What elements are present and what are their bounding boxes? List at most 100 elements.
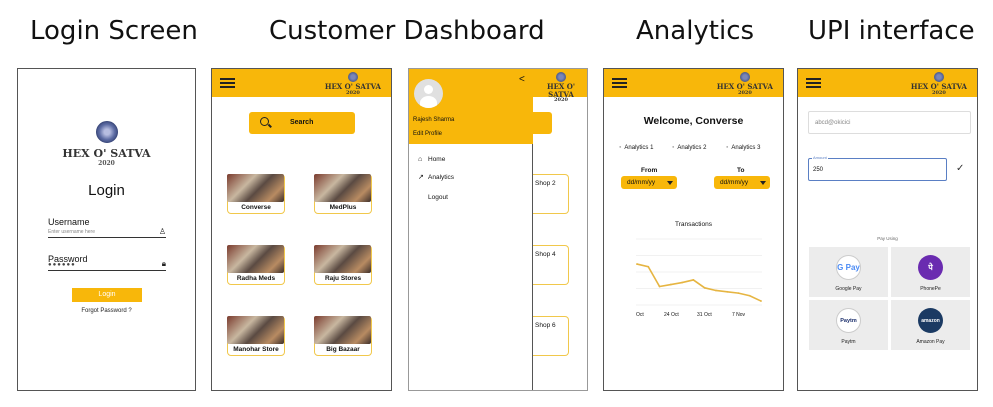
shop-photo [314,316,371,344]
analytics-screen: HEX O' SATVA2020 Welcome, Converse Analy… [603,68,784,391]
series-line [636,263,762,302]
brand-logo: HEX O' SATVA 2020 [911,72,967,96]
data-point [692,279,695,281]
brand-logo: HEX O' SATVA 2020 [533,72,587,104]
home-icon: ⌂ [418,156,423,163]
analytics-tab-2[interactable]: Analytics 2 [672,144,706,151]
pay-option-google-pay[interactable]: G Pay Google Pay [809,247,888,297]
from-date-select[interactable]: dd/mm/yy [621,176,677,189]
data-point [715,289,717,292]
search-button[interactable]: Search [249,112,355,134]
google-pay-icon: G Pay [836,255,861,280]
heading-login: Login Screen [30,16,198,46]
brand-logo: HEX O' SATVA 2020 [18,121,195,167]
shop-card[interactable]: Manohar Store [227,316,285,356]
mandala-icon [556,72,566,82]
forgot-password-link[interactable]: Forgot Password ? [18,308,195,314]
from-label: From [641,167,658,174]
menu-icon[interactable] [220,78,235,88]
mandala-icon [739,72,750,82]
shop-photo [227,316,284,344]
shop-photo [314,245,371,273]
pay-option-amazon-pay[interactable]: amazon Amazon Pay [891,300,970,350]
analytics-tab-3[interactable]: Analytics 3 [726,144,760,151]
to-label: To [737,167,745,174]
shop-card[interactable]: Raju Stores [314,245,372,285]
data-point [748,294,751,297]
welcome-title: Welcome, Converse [643,115,744,127]
data-point [681,281,683,284]
user-icon: ♙ [158,227,166,236]
menu-item-analytics[interactable]: ↗ Analytics [418,173,454,181]
chevron-down-icon [667,181,673,185]
login-button[interactable]: Login [72,288,142,302]
data-point [636,263,638,265]
shop-card: Shop 6 [533,316,569,356]
avatar[interactable] [414,79,443,108]
chevron-left-icon[interactable]: < [519,74,525,85]
shop-card[interactable]: Radha Meds [227,245,285,285]
shop-card[interactable]: Converse [227,174,285,214]
to-date-select[interactable]: dd/mm/yy [714,176,770,189]
search-button [533,112,552,134]
username-input[interactable]: Enter username here ♙ [48,226,166,238]
brand-logo: HEX O' SATVA 2020 [325,72,381,96]
data-point [726,290,729,293]
shop-photo [314,174,371,202]
analytics-tab-1[interactable]: Analytics 1 [619,144,653,151]
mandala-icon [933,72,944,82]
edit-profile-link[interactable]: Edit Profile [413,131,442,137]
password-input[interactable]: ●●●●●● 🔒︎ [48,259,166,271]
mandala-icon [95,121,118,143]
pay-using-label: Pay Using [877,236,898,241]
brand-logo: HEX O' SATVA 2020 [717,72,773,96]
menu-icon[interactable] [806,78,821,88]
x-tick-label: 31 Oct [697,312,712,318]
drawer-screen: HEX O' SATVA 2020 Shop 2 Shop 4 Shop 6 Ra… [408,68,588,391]
dashboard-behind-drawer: HEX O' SATVA 2020 Shop 2 Shop 4 Shop 6 [533,69,587,390]
upi-screen: HEX O' SATVA 2020 abcd@okicici Amount 250… [797,68,978,391]
chart-title: Transactions [675,221,712,228]
pay-option-paytm[interactable]: Paytm Paytm [809,300,888,350]
data-point [703,286,706,289]
upi-id-input[interactable]: abcd@okicici [808,111,971,134]
menu-item-logout[interactable]: Logout [418,194,448,201]
shop-photo [227,245,284,273]
paytm-icon: Paytm [836,308,861,333]
shop-card: Shop 4 [533,245,569,285]
data-point [737,292,740,295]
menu-item-home[interactable]: ⌂ Home [418,156,445,163]
app-bar: HEX O' SATVA 2020 [604,69,783,97]
search-icon [260,117,269,126]
x-tick-label: Oct [636,312,644,318]
shop-card[interactable]: Big Bazaar [314,316,372,356]
heading-upi: UPI interface [808,16,975,46]
drawer-header: Rajesh Sharma Edit Profile < [409,69,533,144]
shop-photo [227,174,284,202]
app-bar: HEX O' SATVA 2020 [798,69,977,97]
dashboard-screen: HEX O' SATVA 2020 Search Converse MedPlus… [211,68,392,391]
app-bar: HEX O' SATVA 2020 [212,69,391,97]
chart-grid [636,238,762,306]
menu-icon[interactable] [612,78,627,88]
pay-option-phonepe[interactable]: पे PhonePe [891,247,970,297]
heading-analytics: Analytics [636,16,755,46]
login-title: Login [88,182,125,199]
amazon-pay-icon: amazon [918,308,943,333]
heading-dashboard: Customer Dashboard [269,16,545,46]
lock-icon: 🔒︎ [161,259,166,268]
mandala-icon [347,72,358,82]
data-point [669,283,672,286]
check-icon[interactable]: ✓ [956,163,964,174]
x-tick-label: 7 Nov [732,312,746,318]
data-point [658,285,661,288]
shop-card[interactable]: MedPlus [314,174,372,214]
x-tick-label: 24 Oct [664,312,679,318]
amount-label: Amount [812,155,828,160]
drawer-menu: ⌂ Home ↗ Analytics Logout [409,144,533,390]
login-screen: HEX O' SATVA 2020 Login Username Enter u… [17,68,196,391]
transactions-chart [636,238,762,306]
data-point [760,300,762,302]
amount-input[interactable]: Amount 250 [808,155,947,181]
chevron-down-icon [760,181,766,185]
